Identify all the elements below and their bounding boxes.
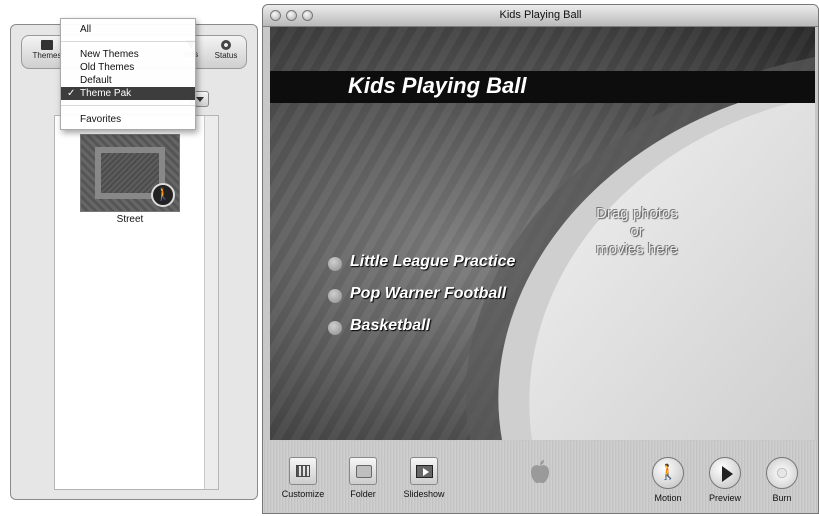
preview-label: Preview — [708, 493, 741, 503]
menu-item-old-themes[interactable]: Old Themes — [61, 61, 195, 74]
customize-icon — [289, 457, 317, 485]
burn-button[interactable]: Burn — [752, 457, 812, 503]
menu-button-label: Basketball — [350, 317, 431, 334]
checkmark-icon: ✓ — [67, 88, 76, 99]
status-icon — [221, 40, 231, 50]
drop-zone-line: or — [630, 223, 644, 240]
customize-label: Customize — [281, 489, 325, 499]
slideshow-label: Slideshow — [403, 489, 445, 499]
burn-label: Burn — [772, 493, 792, 503]
motion-badge-icon: 🚶 — [151, 183, 175, 207]
theme-thumbnail-street[interactable]: 🚶 — [80, 134, 180, 212]
drop-zone-line: movies here — [596, 241, 678, 258]
bullet-icon — [328, 257, 342, 271]
menu-button-label: Pop Warner Football — [350, 285, 507, 302]
preview-button[interactable]: Preview — [695, 457, 755, 503]
burn-disc-icon — [766, 457, 798, 489]
bullet-icon — [328, 289, 342, 303]
customize-button[interactable]: Customize — [273, 457, 333, 499]
folder-label: Folder — [350, 489, 376, 499]
motion-button[interactable]: 🚶 Motion — [638, 457, 698, 503]
menu-preview-canvas: Kids Playing Ball Drag photos or movies … — [270, 27, 815, 440]
menu-separator — [61, 41, 195, 42]
bullet-icon — [328, 321, 342, 335]
folder-icon — [349, 457, 377, 485]
menu-item-default[interactable]: Default — [61, 74, 195, 87]
main-window: Kids Playing Ball Kids Playing Ball Drag… — [262, 4, 819, 514]
themes-icon — [41, 40, 53, 50]
slideshow-button[interactable]: Slideshow — [394, 457, 454, 499]
theme-category-menu: All New Themes Old Themes Default ✓ Them… — [60, 18, 196, 130]
play-icon — [709, 457, 741, 489]
menu-separator — [61, 105, 195, 106]
walking-figure-icon: 🚶 — [652, 457, 684, 489]
status-tab-label: Status — [214, 51, 238, 60]
window-title: Kids Playing Ball — [499, 9, 582, 21]
drop-zone-line: Drag photos — [596, 205, 678, 222]
bottom-toolbar: Customize Folder Slideshow 🚶 Motion Prev… — [263, 441, 818, 513]
themes-tab-label: Themes — [32, 51, 62, 60]
menu-item-new-themes[interactable]: New Themes — [61, 48, 195, 61]
status-tab-button[interactable]: Status — [207, 38, 245, 66]
menu-item-all[interactable]: All — [61, 23, 195, 36]
drop-zone[interactable]: Drag photos or movies here — [562, 205, 712, 259]
slideshow-icon — [410, 457, 438, 485]
motion-label: Motion — [654, 493, 682, 503]
theme-list-scrollbar[interactable] — [204, 116, 218, 489]
folder-button[interactable]: Folder — [333, 457, 393, 499]
menu-button-label: Little League Practice — [350, 253, 516, 270]
theme-thumbnail-label: Street — [116, 214, 144, 225]
theme-list: 🚶 Street — [54, 115, 219, 490]
title-bar[interactable]: Kids Playing Ball — [263, 5, 818, 27]
menu-item-theme-pak[interactable]: ✓ Theme Pak — [61, 87, 195, 100]
apple-logo-icon — [531, 460, 549, 484]
menu-title: Kids Playing Ball — [348, 73, 527, 98]
menu-item-favorites[interactable]: Favorites — [61, 113, 195, 126]
menu-item-theme-pak-label: Theme Pak — [80, 88, 132, 99]
